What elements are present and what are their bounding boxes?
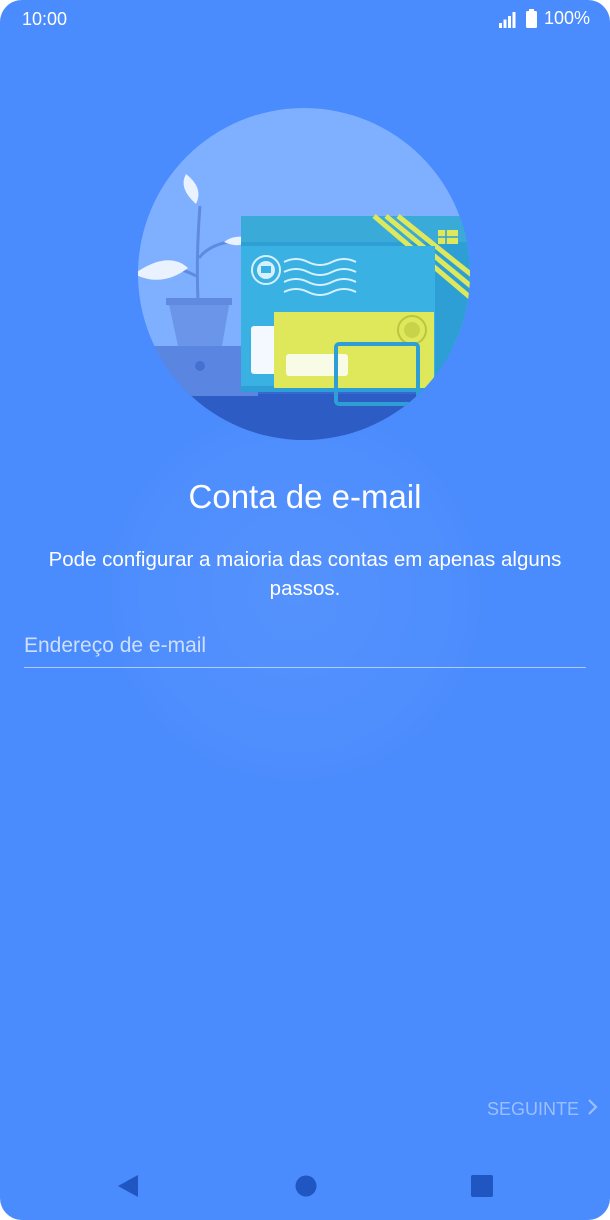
navigation-bar <box>0 1160 610 1212</box>
status-time: 10:00 <box>22 9 68 29</box>
recents-icon[interactable] <box>468 1172 496 1200</box>
page-subtitle: Pode configurar a maioria das contas em … <box>48 548 562 600</box>
chevron-right-icon <box>587 1098 598 1121</box>
next-button-label: SEGUINTE <box>486 1099 579 1119</box>
email-illustration <box>138 108 470 440</box>
battery-percent: 100% <box>543 8 590 28</box>
signal-icon <box>498 10 519 28</box>
next-button[interactable]: SEGUINTE <box>487 1098 598 1121</box>
back-icon[interactable] <box>114 1172 142 1200</box>
page-title: Conta de e-mail <box>188 478 422 515</box>
status-icons: 100% <box>498 8 590 29</box>
home-icon[interactable] <box>292 1172 320 1200</box>
status-bar: 10:00 100% <box>0 0 610 40</box>
email-address-input[interactable] <box>24 625 586 668</box>
battery-icon <box>525 9 537 28</box>
email-setup-screen: 10:00 100% Conta de e-mail Pode configur… <box>0 0 610 1220</box>
